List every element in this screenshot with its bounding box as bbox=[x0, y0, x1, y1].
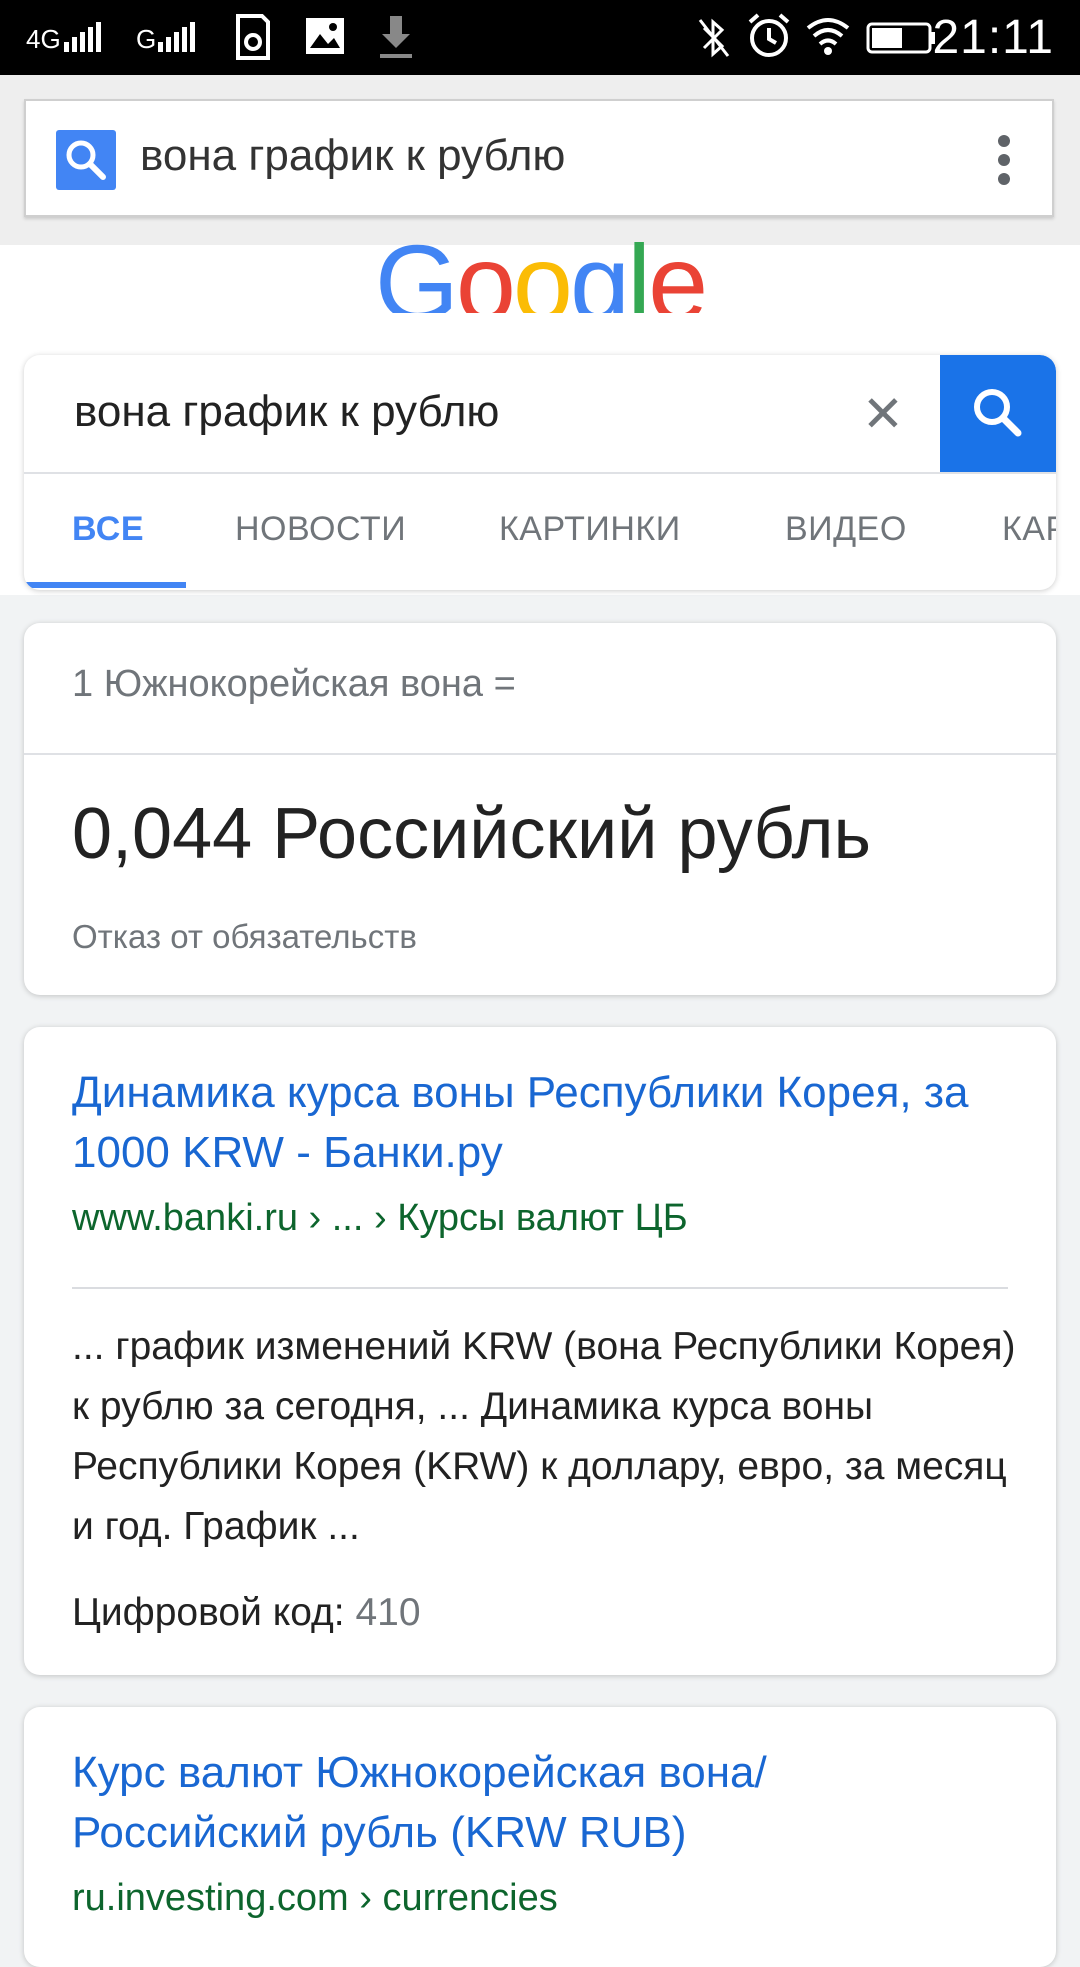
search-result: Динамика курса воны Республики Корея, за… bbox=[24, 1027, 1056, 1675]
meta-value: 410 bbox=[355, 1591, 421, 1634]
result-meta: Цифровой код: 410 bbox=[72, 1591, 421, 1635]
clear-icon[interactable]: ✕ bbox=[862, 385, 904, 443]
tab-images[interactable]: КАРТИНКИ bbox=[499, 510, 681, 549]
omnibox-query[interactable]: вона график к рублю bbox=[140, 131, 565, 181]
results-page: Google вона график к рублю ✕ ВСЕ НОВОСТИ… bbox=[0, 223, 1080, 1967]
alarm-icon bbox=[748, 13, 790, 57]
search-icon bbox=[974, 389, 1022, 437]
tab-all[interactable]: ВСЕ bbox=[72, 510, 144, 549]
browser-toolbar: вона график к рублю bbox=[0, 75, 1080, 245]
converter-result: 0,044 Российский рубль bbox=[72, 794, 872, 874]
bluetooth-off-icon bbox=[698, 18, 730, 58]
download-icon bbox=[380, 16, 412, 58]
status-bar: 4G G 21:11 bbox=[0, 0, 1080, 75]
omnibox[interactable]: вона график к рублю bbox=[24, 99, 1054, 217]
divider bbox=[72, 1287, 1008, 1289]
currency-converter-card: 1 Южнокорейская вона = 0,044 Российский … bbox=[24, 623, 1056, 995]
search-icon bbox=[56, 130, 116, 190]
signal-icon-1 bbox=[64, 22, 101, 52]
active-tab-indicator bbox=[24, 582, 186, 588]
clock: 21:11 bbox=[932, 11, 1054, 64]
search-button[interactable] bbox=[940, 355, 1056, 472]
tab-news[interactable]: НОВОСТИ bbox=[235, 510, 406, 549]
logo-letter: G bbox=[374, 223, 459, 313]
battery-icon bbox=[866, 22, 935, 54]
result-url[interactable]: ru.investing.com › currencies bbox=[72, 1877, 558, 1920]
logo-letter: o bbox=[455, 223, 516, 313]
logo-letter: o bbox=[512, 223, 573, 313]
meta-label: Цифровой код: bbox=[72, 1591, 345, 1634]
more-options-icon[interactable] bbox=[998, 135, 1012, 185]
logo-letter: g bbox=[570, 223, 630, 313]
result-snippet: ... график изменений KRW (вона Республик… bbox=[72, 1325, 1016, 1548]
search-field[interactable]: вона график к рублю ✕ bbox=[24, 355, 1056, 474]
wifi-icon bbox=[806, 18, 850, 55]
converter-from: 1 Южнокорейская вона = bbox=[72, 663, 516, 705]
google-logo[interactable]: Google bbox=[0, 223, 1080, 313]
search-result: Курс валют Южнокорейская вона/ Российски… bbox=[24, 1707, 1056, 1967]
signal-icon-2 bbox=[158, 22, 195, 52]
result-url[interactable]: www.banki.ru › ... › Курсы валют ЦБ bbox=[72, 1197, 688, 1240]
search-tabs: ВСЕ НОВОСТИ КАРТИНКИ ВИДЕО КАРТЫ bbox=[24, 474, 1056, 590]
search-query-text[interactable]: вона график к рублю bbox=[74, 387, 499, 437]
image-icon bbox=[306, 18, 344, 54]
disclaimer-link[interactable]: Отказ от обязательств bbox=[72, 918, 417, 956]
result-title-link[interactable]: Динамика курса воны Республики Корея, за… bbox=[72, 1063, 1012, 1183]
search-box-card: вона график к рублю ✕ ВСЕ НОВОСТИ КАРТИН… bbox=[24, 355, 1056, 590]
logo-letter: e bbox=[648, 223, 708, 313]
tab-video[interactable]: ВИДЕО bbox=[785, 510, 907, 549]
tab-maps[interactable]: КАРТЫ bbox=[1002, 510, 1056, 549]
divider bbox=[24, 753, 1056, 755]
sd-card-settings-icon bbox=[236, 14, 270, 60]
network-label-1: 4G bbox=[26, 24, 61, 54]
logo-letter: l bbox=[627, 223, 651, 313]
result-title-link[interactable]: Курс валют Южнокорейская вона/ Российски… bbox=[72, 1743, 1012, 1863]
